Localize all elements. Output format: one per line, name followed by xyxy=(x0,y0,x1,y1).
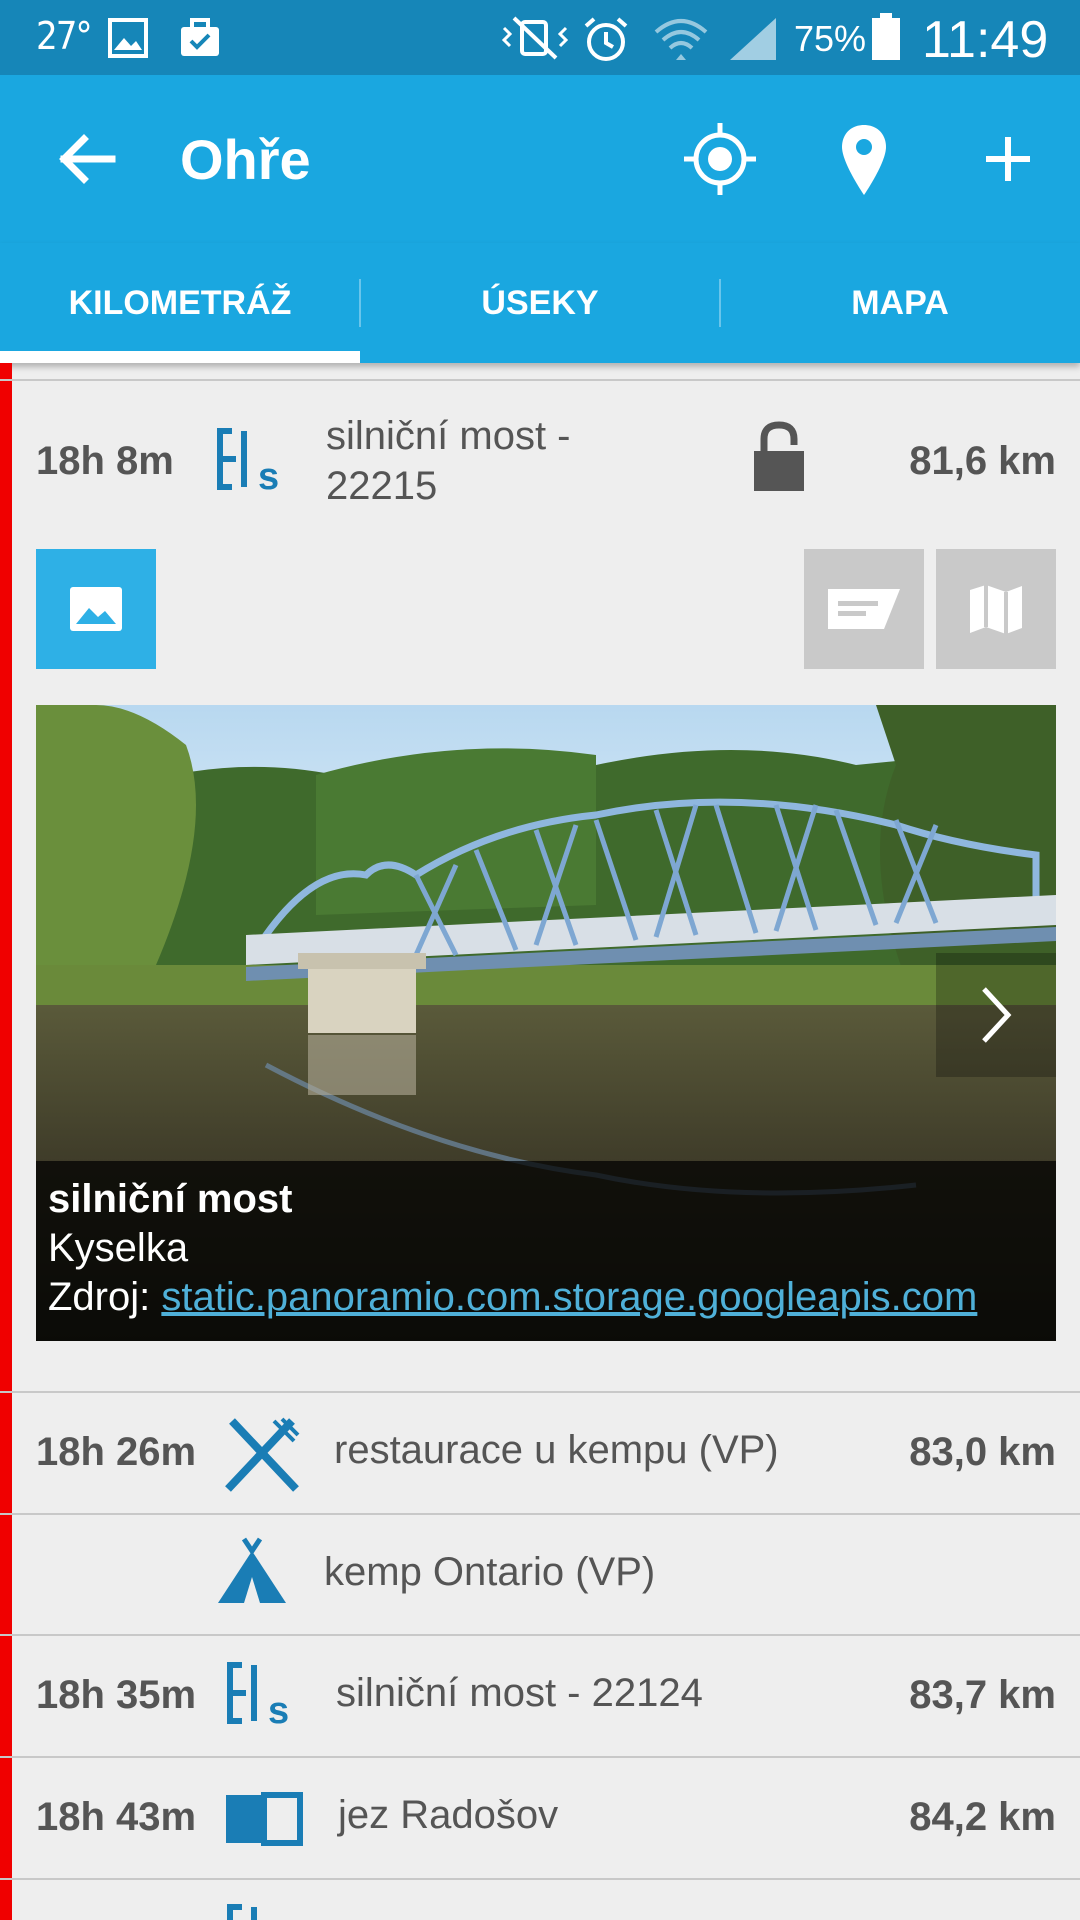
svg-text:s: s xyxy=(268,1690,289,1731)
kilometraz-list[interactable]: 18h 8m s silniční most - 22215 81,6 km s… xyxy=(0,363,1080,1920)
item-time: 18h 43m xyxy=(36,1795,197,1839)
item-name-line1: silniční most - xyxy=(326,414,571,458)
svg-text:s: s xyxy=(258,456,279,497)
vibrate-mute-icon xyxy=(501,16,569,60)
page-title: Ohře xyxy=(180,128,311,191)
bridge-icon xyxy=(227,1904,257,1920)
tab-mapa[interactable]: MAPA xyxy=(720,243,1080,363)
clock: 11:49 xyxy=(922,11,1049,69)
alarm-icon xyxy=(584,17,628,61)
app-bar: Ohře xyxy=(0,75,1080,243)
tab-kilometraz[interactable]: KILOMETRÁŽ xyxy=(0,243,360,363)
caption-title: silniční most xyxy=(48,1177,293,1221)
tab-bar: KILOMETRÁŽ ÚSEKY MAPA xyxy=(0,243,1080,363)
divider xyxy=(0,1878,1080,1880)
map-icon xyxy=(970,585,1022,634)
map-pin-icon[interactable] xyxy=(826,121,902,197)
wifi-icon xyxy=(654,19,708,60)
divider xyxy=(0,1634,1080,1636)
divider xyxy=(0,1391,1080,1393)
temperature-text: 27° xyxy=(36,14,93,58)
battery-icon xyxy=(872,13,900,60)
photo-button[interactable] xyxy=(36,549,156,669)
item-distance: 83,0 km xyxy=(909,1430,1056,1474)
status-bar: 27° 75% 11:49 xyxy=(0,0,1080,75)
caption-source: Zdroj: static.panoramio.com.storage.goog… xyxy=(48,1273,1044,1322)
item-distance: 84,2 km xyxy=(909,1795,1056,1839)
divider xyxy=(0,1513,1080,1515)
next-photo-button[interactable] xyxy=(936,953,1056,1077)
item-time: 18h 26m xyxy=(36,1430,197,1474)
map-button[interactable] xyxy=(936,549,1056,669)
chevron-right-icon xyxy=(982,987,1012,1043)
item-name: restaurace u kempu (VP) xyxy=(334,1428,779,1472)
item-time: 18h 8m xyxy=(36,439,174,483)
tab-useky[interactable]: ÚSEKY xyxy=(360,243,720,363)
lock-icon[interactable] xyxy=(750,419,808,495)
divider xyxy=(0,1756,1080,1758)
bridge-photo[interactable]: silniční most Kyselka Zdroj: static.pano… xyxy=(36,705,1056,1341)
briefcase-icon xyxy=(181,18,219,56)
battery-percent: 75% xyxy=(794,18,867,59)
image-icon xyxy=(70,587,122,631)
bridge-icon: s xyxy=(217,428,279,497)
back-arrow-icon[interactable] xyxy=(54,127,118,191)
note-icon xyxy=(828,589,900,629)
item-name: jez Radošov xyxy=(338,1793,559,1837)
image-notification-icon xyxy=(108,18,148,58)
item-name: silniční most - 22124 xyxy=(336,1671,703,1715)
photo-caption: silniční most Kyselka Zdroj: static.pano… xyxy=(36,1161,1056,1341)
camp-icon xyxy=(218,1537,286,1603)
source-link[interactable]: static.panoramio.com.storage.googleapis.… xyxy=(161,1275,977,1319)
item-distance: 81,6 km xyxy=(909,439,1056,483)
notes-button[interactable] xyxy=(804,549,924,669)
signal-icon xyxy=(730,18,776,60)
source-label: Zdroj: xyxy=(48,1275,162,1319)
restaurant-icon xyxy=(225,1417,300,1492)
item-name: kemp Ontario (VP) xyxy=(324,1550,656,1594)
add-icon[interactable] xyxy=(970,121,1046,197)
bridge-icon: s xyxy=(227,1662,289,1731)
item-distance: 83,7 km xyxy=(909,1673,1056,1717)
caption-subtitle: Kyselka xyxy=(48,1226,189,1270)
river-section-bar xyxy=(0,363,12,1920)
divider xyxy=(0,379,1080,381)
weir-icon xyxy=(226,1792,303,1846)
item-name-line2: 22215 xyxy=(326,464,438,508)
tab-indicator xyxy=(0,351,360,363)
my-location-icon[interactable] xyxy=(682,121,758,197)
item-time: 18h 35m xyxy=(36,1673,197,1717)
